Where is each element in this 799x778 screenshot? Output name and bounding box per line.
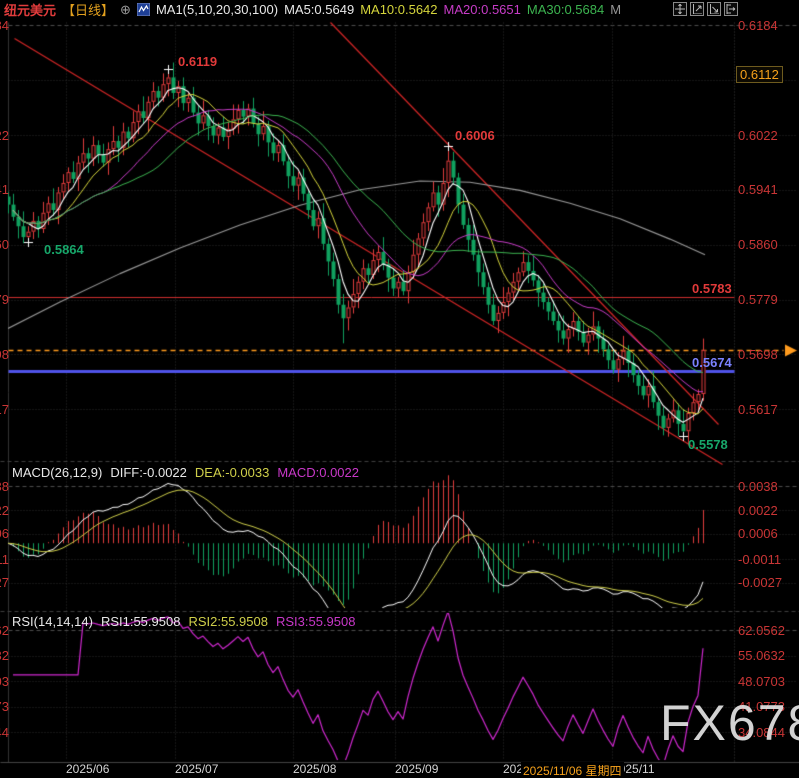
- macd-pane-title: MACD(26,12,9) DIFF:-0.0022 DEA:-0.0033 MACD…: [12, 465, 367, 480]
- macd-tick-label: 0.0006: [738, 526, 778, 541]
- axis-left-clipped-label: 0.0006: [0, 526, 9, 541]
- rsi-tick-label: 55.0632: [738, 648, 785, 663]
- price-extreme-annotation: 0.5578: [688, 437, 728, 452]
- macd-dea-value: DEA:-0.0033: [195, 465, 269, 480]
- axis-left-digit: 55.0632: [0, 648, 9, 663]
- price-tick-label: 0.6184: [738, 18, 778, 33]
- axis-left-digit: 0.0038: [0, 479, 9, 494]
- pan-button[interactable]: [673, 2, 687, 16]
- axis-left-digit: 48.0703: [0, 674, 9, 689]
- period-label[interactable]: 【日线】: [62, 0, 114, 19]
- axis-left-digit: -0.0027: [0, 575, 9, 590]
- ma-value-label: MA5:0.5649: [284, 2, 354, 17]
- axis-left-digit: 0.6184: [0, 18, 9, 33]
- axis-left-clipped-label: 0.5860: [0, 237, 9, 252]
- axis-left-digit: 0.5860: [0, 237, 9, 252]
- axis-left-clipped-label: 34.0844: [0, 725, 9, 740]
- axis-left-digit: 0.6022: [0, 128, 9, 143]
- macd-hist-value: MACD:0.0022: [277, 465, 359, 480]
- chart-toolbar: [673, 2, 738, 16]
- ma-value-label: MA10:0.5642: [360, 2, 437, 17]
- axis-left-clipped-label: 0.5698: [0, 347, 9, 362]
- axis-left-clipped-label: 48.0703: [0, 674, 9, 689]
- crosshair-icon[interactable]: ⊕: [120, 2, 131, 18]
- ma-value-label: MA20:0.5651: [444, 2, 521, 17]
- rsi2-value: RSI2:55.9508: [188, 614, 268, 629]
- axis-left-digit: -0.0011: [0, 552, 9, 567]
- price-tick-label: 0.5617: [738, 402, 778, 417]
- month-axis-label: 2025/08: [293, 762, 336, 776]
- price-tick-label: 0.5779: [738, 292, 778, 307]
- price-tick-label: 0.5698: [738, 347, 778, 362]
- ma-settings-label[interactable]: MA1(5,10,20,30,100): [156, 2, 278, 17]
- price-chart-canvas[interactable]: [0, 0, 799, 778]
- expand-right-button[interactable]: [724, 2, 738, 16]
- rsi1-value: RSI1:55.9508: [101, 614, 181, 629]
- axis-left-clipped-label: 0.6022: [0, 128, 9, 143]
- zoom-x-axis-button[interactable]: [707, 2, 721, 16]
- fx678-watermark: FX678: [660, 694, 799, 752]
- ma-value-label: MA30:0.5684: [527, 2, 604, 17]
- axis-left-digit: 0.5698: [0, 347, 9, 362]
- month-axis-label: 2025/06: [66, 762, 109, 776]
- axis-left-digit: 62.0562: [0, 623, 9, 638]
- price-tick-label: 0.5941: [738, 182, 778, 197]
- rsi-tick-label: 62.0562: [738, 623, 785, 638]
- crosshair-price-label: 0.6112: [736, 66, 783, 83]
- axis-left-clipped-label: 62.0562: [0, 623, 9, 638]
- symbol-name: 纽元美元: [4, 0, 56, 19]
- axis-left-clipped-label: 0.0038: [0, 479, 9, 494]
- zoom-y-axis-button[interactable]: [690, 2, 704, 16]
- axis-left-clipped-label: 0.6184: [0, 18, 9, 33]
- axis-left-clipped-label: 55.0632: [0, 648, 9, 663]
- axis-left-clipped-label: -0.0027: [0, 575, 9, 590]
- month-axis-label: 2025/09: [395, 762, 438, 776]
- price-tick-label: 0.6022: [738, 128, 778, 143]
- axis-left-clipped-label: 0.5779: [0, 292, 9, 307]
- axis-left-digit: 0.5941: [0, 182, 9, 197]
- macd-tick-label: -0.0011: [738, 552, 781, 567]
- price-extreme-annotation: 0.5864: [44, 242, 84, 257]
- axis-left-digit: 41.0773: [0, 699, 9, 714]
- rsi-pane-title: RSI(14,14,14) RSI1:55.9508 RSI2:55.9508 RSI…: [12, 614, 363, 629]
- axis-left-digit: 0.5617: [0, 402, 9, 417]
- axis-left-digit: 0.5779: [0, 292, 9, 307]
- axis-left-digit: 0.0022: [0, 503, 9, 518]
- axis-left-clipped-label: 41.0773: [0, 699, 9, 714]
- price-tick-label: 0.5860: [738, 237, 778, 252]
- macd-tick-label: 0.0038: [738, 479, 778, 494]
- level-line-label: 0.5674: [692, 355, 732, 370]
- ma-value-label: M: [610, 2, 621, 17]
- axis-left-clipped-label: 0.5617: [0, 402, 9, 417]
- axis-left-digit: 0.0006: [0, 526, 9, 541]
- axis-left-clipped-label: 0.0022: [0, 503, 9, 518]
- price-extreme-annotation: 0.6119: [178, 54, 217, 69]
- rsi-tick-label: 48.0703: [738, 674, 785, 689]
- axis-left-clipped-label: -0.0011: [0, 552, 9, 567]
- chart-type-icon[interactable]: [137, 3, 150, 16]
- month-axis-label: 2025/07: [175, 762, 218, 776]
- macd-tick-label: 0.0022: [738, 503, 778, 518]
- price-extreme-annotation: 0.6006: [455, 128, 495, 143]
- ma-values: MA5:0.5649 MA10:0.5642 MA20:0.5651 MA30:0.5…: [284, 2, 627, 17]
- rsi-params-label: RSI(14,14,14): [12, 614, 93, 629]
- macd-diff-value: DIFF:-0.0022: [110, 465, 187, 480]
- macd-params-label: MACD(26,12,9): [12, 465, 102, 480]
- crosshair-date-label: 2025/11/06 星期四: [521, 762, 624, 778]
- axis-left-digit: 34.0844: [0, 725, 9, 740]
- axis-left-clipped-label: 0.5941: [0, 182, 9, 197]
- chart-window: 纽元美元 【日线】 ⊕ MA1(5,10,20,30,100) MA5:0.56…: [0, 0, 799, 778]
- rsi3-value: RSI3:55.9508: [276, 614, 356, 629]
- macd-tick-label: -0.0027: [738, 575, 782, 590]
- level-line-label: 0.5783: [692, 281, 732, 296]
